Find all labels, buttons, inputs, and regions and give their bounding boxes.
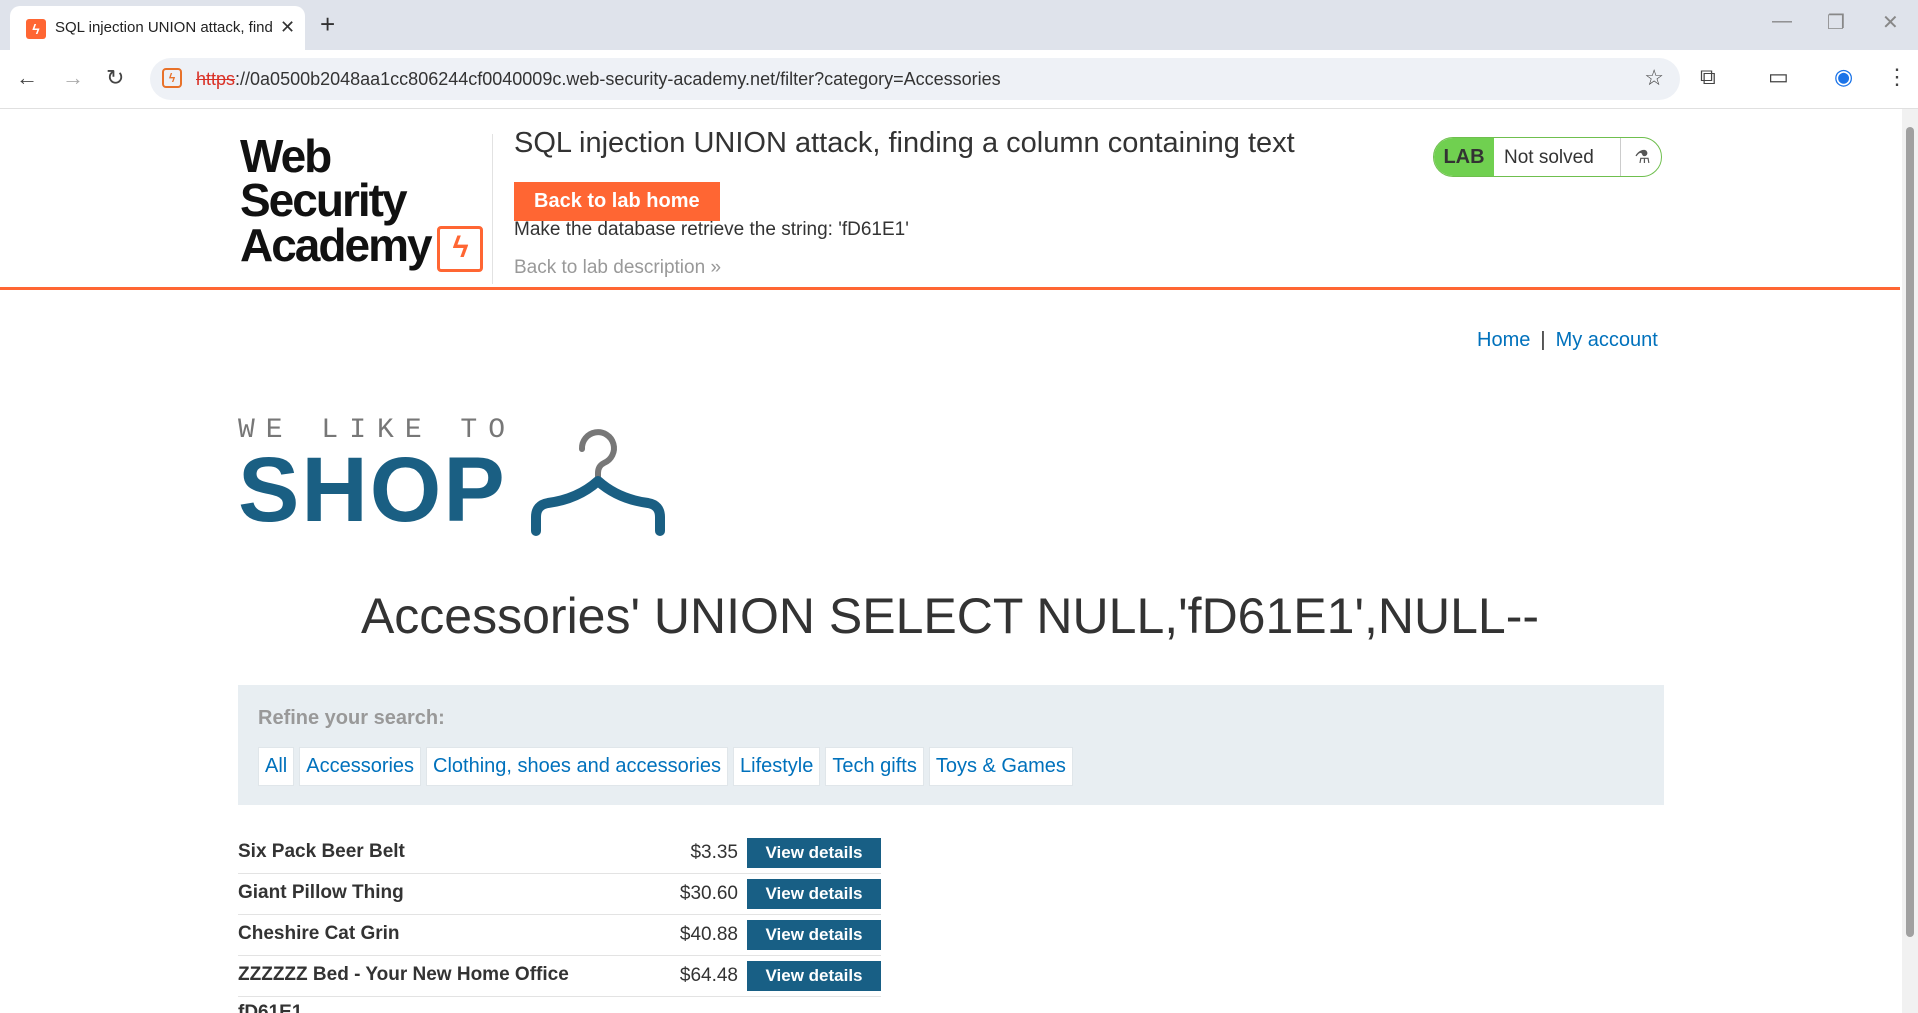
product-table: Six Pack Beer Belt $3.35 View details Gi… — [238, 833, 881, 997]
page-scrollbar[interactable] — [1902, 109, 1918, 1013]
filter-tech-gifts[interactable]: Tech gifts — [825, 747, 924, 786]
product-price: $40.88 — [679, 924, 738, 945]
window-close-icon[interactable]: ✕ — [1882, 10, 1899, 35]
url-text[interactable]: https://0a0500b2048aa1cc806244cf0040009c… — [196, 69, 1001, 90]
nav-separator: | — [1540, 329, 1546, 351]
logo-line2: Academy — [240, 219, 433, 271]
back-arrow-icon[interactable]: ← — [16, 64, 38, 92]
view-details-button[interactable]: View details — [747, 838, 881, 868]
flask-icon: ⚗ — [1620, 138, 1661, 176]
forward-arrow-icon[interactable]: → — [62, 64, 84, 92]
my-account-link[interactable]: My account — [1556, 329, 1658, 351]
category-title: Accessories' UNION SELECT NULL,'fD61E1',… — [360, 588, 1540, 644]
web-security-academy-logo[interactable]: Web Security Academy ϟ — [240, 130, 490, 272]
lab-status-text: Not solved — [1504, 147, 1594, 168]
product-name: Giant Pillow Thing — [238, 882, 404, 903]
hanger-icon — [531, 429, 665, 536]
product-price: $3.35 — [690, 842, 738, 863]
shop-logo-word: SHOP — [238, 439, 507, 541]
menu-kebab-icon[interactable]: ⋮ — [1886, 64, 1908, 90]
url-rest: ://0a0500b2048aa1cc806244cf0040009c.web-… — [235, 69, 1001, 89]
filter-toys-games[interactable]: Toys & Games — [928, 747, 1073, 786]
lightning-bolt-icon: ϟ — [436, 225, 483, 272]
extensions-icon[interactable]: ⧉ — [1700, 64, 1716, 90]
browser-tab[interactable]: ϟ SQL injection UNION attack, finding a … — [10, 6, 305, 50]
lab-instructions: Make the database retrieve the string: '… — [514, 219, 909, 240]
address-bar[interactable]: ϟ https://0a0500b2048aa1cc806244cf004000… — [150, 58, 1680, 100]
filter-lifestyle[interactable]: Lifestyle — [733, 747, 821, 786]
filter-list: All Accessories Clothing, shoes and acce… — [258, 747, 1073, 786]
scrollbar-thumb[interactable] — [1906, 127, 1914, 937]
web-security-academy-favicon-icon: ϟ — [26, 19, 46, 39]
view-details-button[interactable]: View details — [747, 879, 881, 909]
back-to-lab-description-link[interactable]: Back to lab description » — [514, 257, 721, 279]
new-tab-icon[interactable]: + — [320, 10, 335, 38]
product-name: Cheshire Cat Grin — [238, 923, 400, 944]
table-row: Giant Pillow Thing $30.60 View details — [238, 874, 881, 915]
table-row: Cheshire Cat Grin $40.88 View details — [238, 915, 881, 956]
view-details-button[interactable]: View details — [747, 961, 881, 991]
lab-badge: LAB — [1434, 138, 1494, 176]
product-name: ZZZZZZ Bed - Your New Home Office — [238, 964, 569, 985]
cast-search-icon[interactable]: ▭ — [1768, 64, 1789, 90]
page-viewport: Web Security Academy ϟ SQL injection UNIO… — [0, 109, 1900, 1013]
browser-tabstrip: ϟ SQL injection UNION attack, finding a … — [0, 0, 1918, 50]
lab-header: Web Security Academy ϟ SQL injection UNIO… — [0, 109, 1900, 290]
site-info-icon[interactable]: ϟ — [162, 68, 182, 88]
profile-icon[interactable]: ◉ — [1834, 64, 1853, 90]
home-link[interactable]: Home — [1477, 329, 1530, 351]
browser-toolbar: ← → ↻ ϟ https://0a0500b2048aa1cc806244cf… — [0, 50, 1918, 109]
logo-line1: Web Security — [240, 130, 408, 226]
lab-title: SQL injection UNION attack, finding a co… — [514, 127, 1295, 159]
minimize-icon[interactable]: — — [1772, 10, 1792, 33]
filter-accessories[interactable]: Accessories — [299, 747, 422, 786]
filter-panel: Refine your search: All Accessories Clot… — [238, 685, 1664, 805]
site-nav: Home | My account — [1477, 329, 1658, 352]
reload-icon[interactable]: ↻ — [106, 64, 124, 92]
tab-close-icon[interactable]: ✕ — [280, 17, 295, 38]
tab-title: SQL injection UNION attack, finding a co… — [55, 19, 273, 36]
product-price: $64.48 — [679, 965, 738, 986]
table-row: Six Pack Beer Belt $3.35 View details — [238, 833, 881, 874]
filter-label: Refine your search: — [258, 707, 445, 729]
view-details-button[interactable]: View details — [747, 920, 881, 950]
restore-icon[interactable]: ❐ — [1827, 10, 1845, 35]
lab-status-widget: LAB Not solved ⚗ — [1433, 137, 1662, 177]
header-divider — [492, 134, 493, 284]
table-row: ZZZZZZ Bed - Your New Home Office $64.48… — [238, 956, 881, 997]
product-price: $30.60 — [679, 883, 738, 904]
back-to-lab-home-button[interactable]: Back to lab home — [514, 182, 720, 221]
product-name: Six Pack Beer Belt — [238, 841, 405, 862]
filter-clothing[interactable]: Clothing, shoes and accessories — [426, 747, 728, 786]
filter-all[interactable]: All — [258, 747, 295, 786]
shop-logo: WE LIKE TO SHOP — [238, 415, 516, 541]
injected-row-text: fD61E1 — [238, 1002, 303, 1013]
bookmark-star-icon[interactable]: ☆ — [1644, 65, 1664, 91]
url-scheme: https — [196, 69, 236, 89]
